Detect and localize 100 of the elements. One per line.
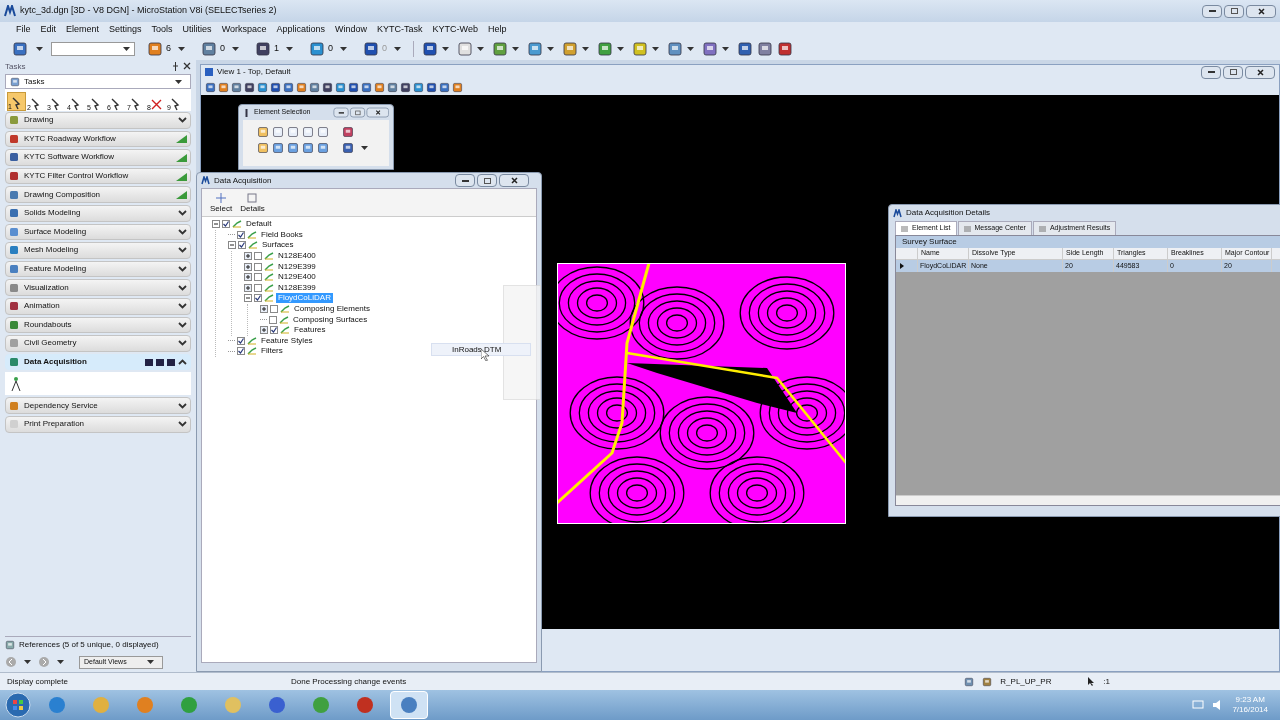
expand-icon[interactable] [178,284,187,291]
caret-icon[interactable] [123,46,130,51]
menu-item[interactable]: Utilities [182,22,212,37]
tool-icon[interactable] [400,81,411,93]
minimize-button[interactable] [455,174,475,187]
caret-icon[interactable] [617,46,625,51]
close-button[interactable] [499,174,529,187]
tool-icon[interactable] [426,81,437,93]
tree-checkbox[interactable] [270,305,278,314]
expand-icon[interactable] [178,117,187,124]
tool-icon[interactable] [562,40,579,57]
close-button[interactable] [1245,65,1275,79]
caret-icon[interactable] [340,46,348,51]
menu-item[interactable]: Workspace [221,22,267,37]
minimize-button[interactable] [1202,4,1222,18]
tool-icon[interactable] [737,40,754,57]
task-group[interactable]: Print Preparation [5,415,191,433]
tool-icon[interactable] [777,40,794,57]
tool-icon[interactable] [272,126,284,138]
tool-icon[interactable] [335,81,346,93]
expand-icon[interactable] [178,210,187,217]
tool-icon[interactable] [342,126,354,138]
tool-icon[interactable] [439,81,450,93]
task-group[interactable]: KYTC Software Workflow [5,149,191,166]
tool-icon[interactable] [205,81,216,93]
tree-checkbox[interactable] [237,347,245,356]
tree-checkbox[interactable] [238,241,246,250]
task-group[interactable]: Animation [5,297,191,315]
start-button[interactable] [4,691,32,719]
task-group[interactable]: Drawing Composition [5,186,191,203]
tree-checkbox[interactable] [269,315,277,324]
tasks-dropdown[interactable]: Tasks [5,74,191,89]
menu-item[interactable]: Window [335,22,368,37]
collapse-toggle[interactable] [244,294,252,303]
tree-checkbox[interactable] [237,230,245,239]
menu-item[interactable]: KYTC-Web [432,22,478,37]
expand-toggle[interactable] [244,262,252,271]
maximize-button[interactable] [1223,65,1243,79]
expand-icon[interactable] [178,266,187,273]
minimize-button[interactable] [333,107,349,118]
menu-item[interactable]: Tools [151,22,173,37]
task-group[interactable]: Surface Modeling [5,223,191,241]
caret-icon[interactable] [687,46,695,51]
caret-icon[interactable] [232,46,240,51]
minimize-button[interactable] [1201,65,1221,79]
tool-icon[interactable] [757,40,774,57]
tool-icon[interactable] [422,40,439,57]
tree-item[interactable]: N128E400 [276,251,318,262]
expand-toggle[interactable] [244,273,252,282]
tool-icon[interactable] [218,81,229,93]
tree-checkbox[interactable] [254,283,262,292]
maximize-button[interactable] [350,107,365,118]
task-group[interactable]: Data Acquisition [5,353,191,371]
horizontal-scrollbar[interactable] [896,495,1280,505]
tool-icon[interactable] [632,40,649,57]
menu-item[interactable]: Element [66,22,100,37]
caret-icon[interactable] [178,46,185,51]
tree-checkbox[interactable] [254,273,262,282]
tree-item[interactable]: N129E399 [276,261,318,272]
tool-icon[interactable] [201,40,217,57]
tool-icon[interactable] [302,126,314,138]
expand-icon[interactable] [178,228,187,235]
menu-item[interactable]: KYTC-Task [377,22,423,37]
caret-icon[interactable] [652,46,660,51]
tool-icon[interactable] [231,81,242,93]
tool-icon[interactable] [287,142,299,154]
expand-icon[interactable] [178,303,187,310]
tool-icon[interactable] [527,40,544,57]
tool-icon[interactable] [667,40,684,57]
expand-toggle[interactable] [260,326,268,335]
tool-icon[interactable] [702,40,719,57]
caret-icon[interactable] [582,46,590,51]
tool-icon[interactable] [361,81,372,93]
menu-item[interactable]: Settings [109,22,142,37]
pin-icon[interactable] [172,62,179,71]
menu-item[interactable]: Applications [276,22,325,37]
maximize-button[interactable] [1224,4,1244,18]
expand-toggle[interactable] [244,283,252,292]
menu-item[interactable]: File [16,22,31,37]
menu-item[interactable]: Help [487,22,507,37]
task-group[interactable]: Drawing [5,112,191,129]
tree-item[interactable]: Surfaces [260,240,296,251]
tool-icon[interactable] [492,40,509,57]
tree-item[interactable]: Composing Surfaces [291,314,370,325]
tool-icon[interactable] [309,81,320,93]
task-group[interactable]: KYTC Roadway Workflow [5,130,191,148]
task-group[interactable]: Dependency Service [5,397,191,414]
expand-icon[interactable] [178,402,187,409]
tree-item[interactable]: Features [292,325,328,336]
tool-icon[interactable] [387,81,398,93]
tool-icon[interactable] [374,81,385,93]
survey-icon[interactable] [9,375,21,392]
tree-checkbox[interactable] [254,252,262,261]
tool-icon[interactable] [255,40,272,57]
caret-icon[interactable] [175,79,182,84]
task-group[interactable]: Civil Geometry [5,335,191,352]
tree-item[interactable]: Field Books [259,229,305,240]
tree-item[interactable]: N128E399 [276,282,318,293]
maximize-button[interactable] [477,174,497,187]
caret-icon[interactable] [477,46,485,51]
